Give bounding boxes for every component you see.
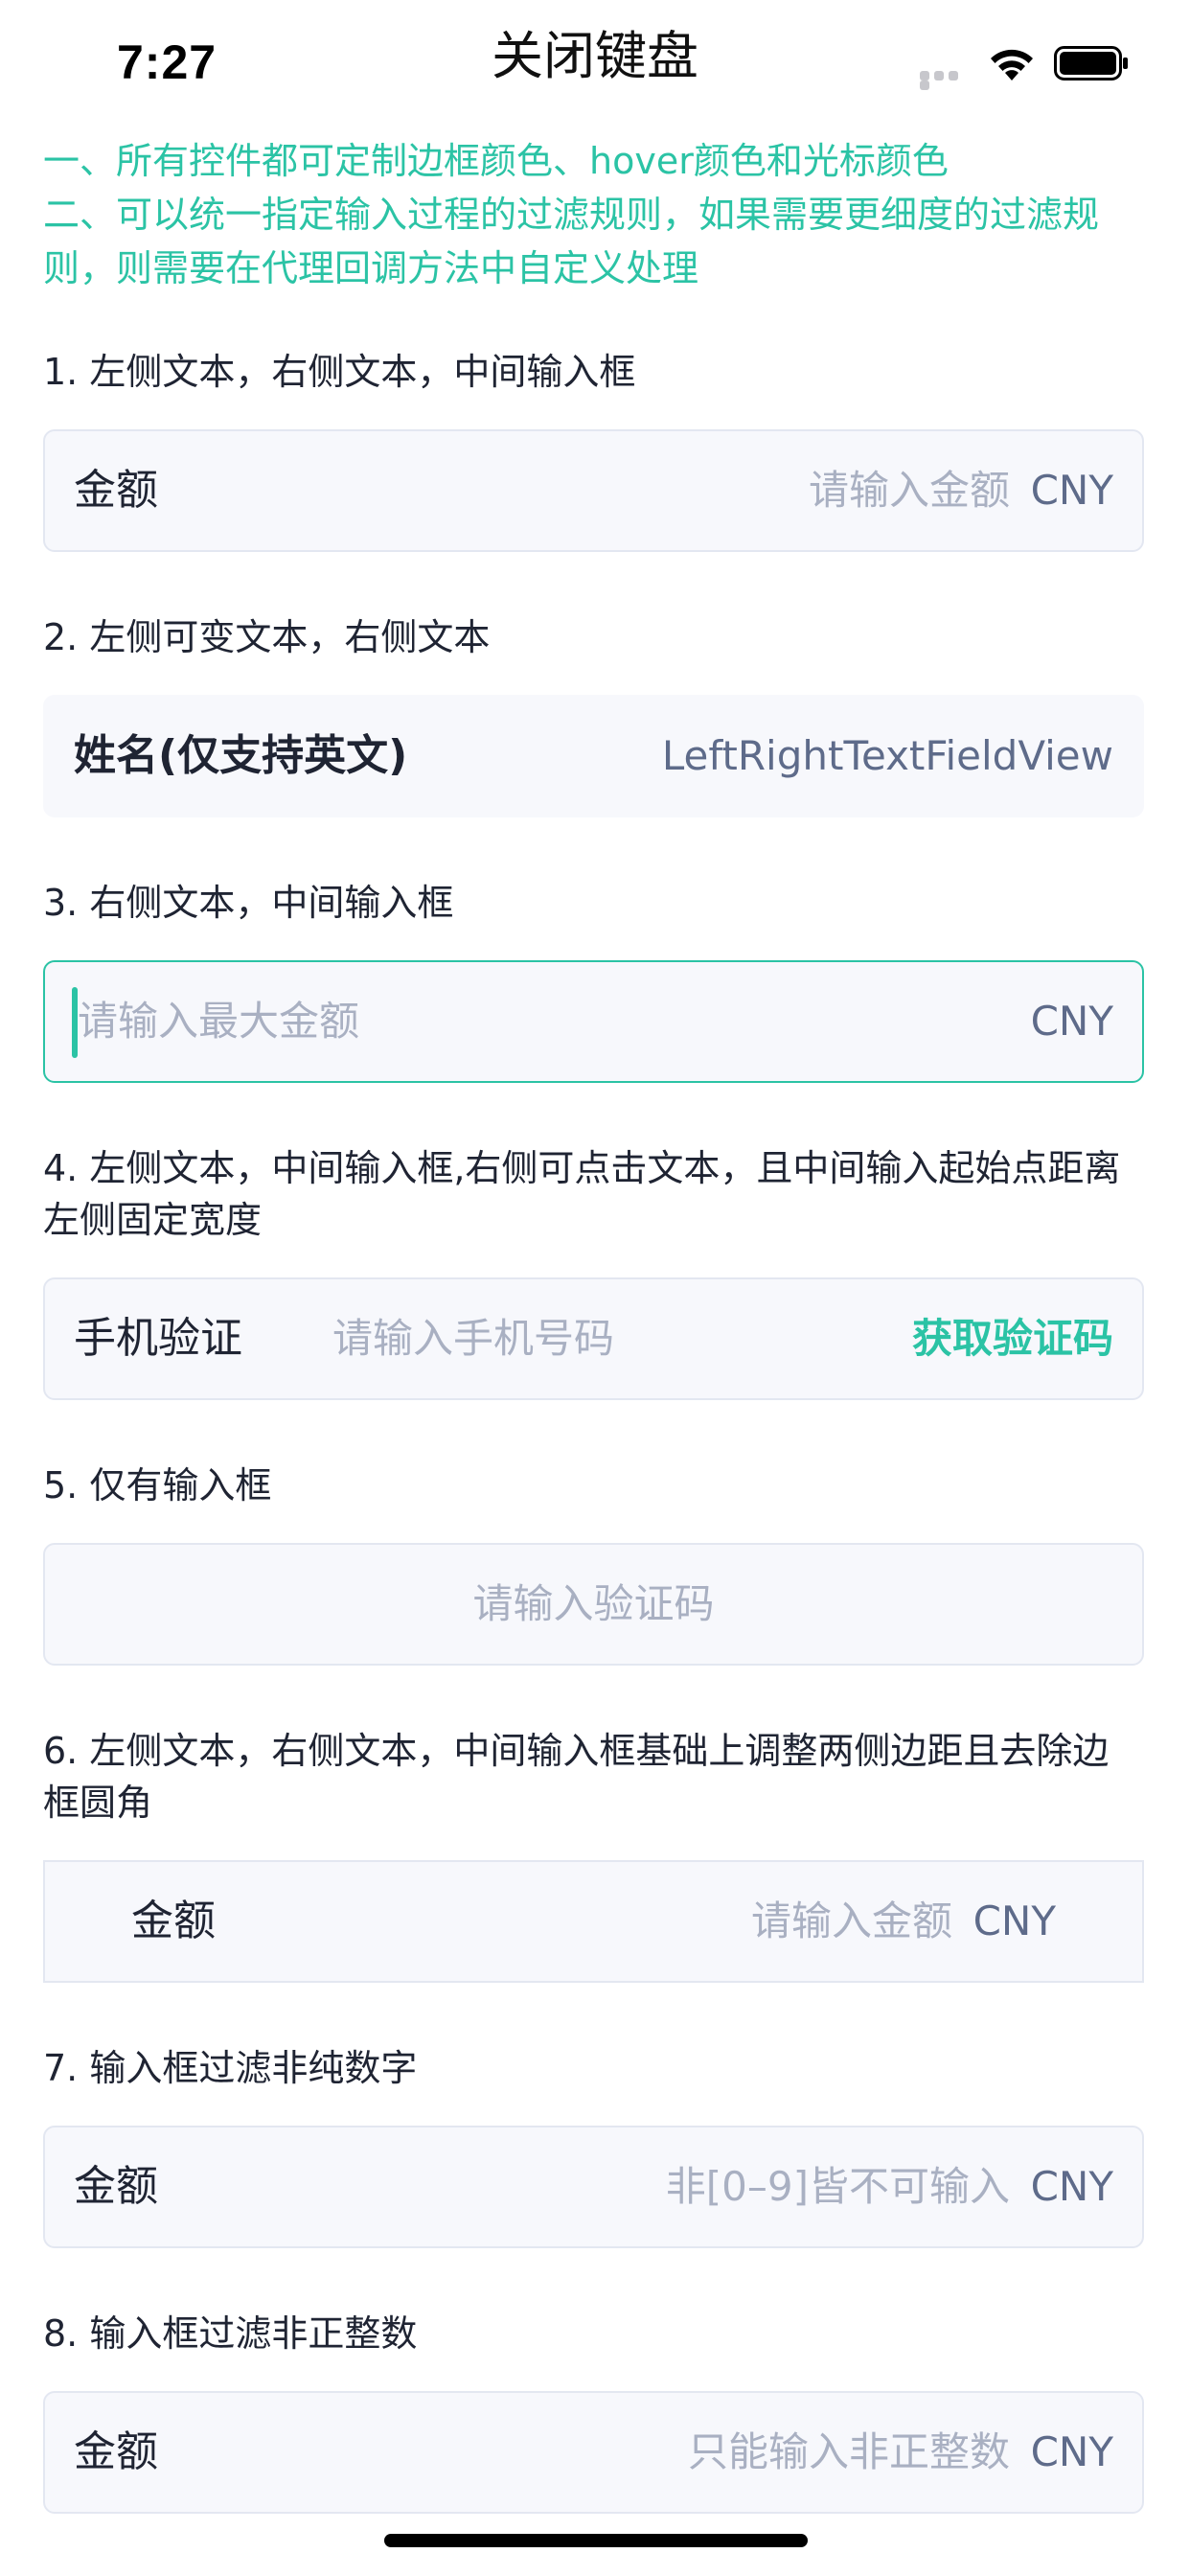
section-3-label: 3. 右侧文本，中间输入框 [43,882,454,924]
currency-unit: CNY [1030,998,1113,1045]
verification-code-field[interactable] [43,1543,1144,1666]
intro-line-1: 一、所有控件都可定制边框颜色、hover颜色和光标颜色 [43,140,949,182]
phone-number-input[interactable] [332,1279,831,1398]
name-right-text: LeftRightTextFieldView [661,732,1113,779]
section-1-label: 1. 左侧文本，右侧文本，中间输入框 [43,351,636,393]
amount-label: 金额 [131,1897,216,1945]
section-6-label: 6. 左侧文本，右侧文本，中间输入框基础上调整两侧边距且去除边 框圆角 [43,1725,1155,1828]
currency-unit: CNY [1030,2163,1113,2210]
currency-unit: CNY [973,1898,1056,1944]
digits-only-field[interactable]: 金额 CNY [43,2126,1144,2248]
section-2-label: 2. 左侧可变文本，右侧文本 [43,616,491,658]
section-6-label-line-1: 6. 左侧文本，右侧文本，中间输入框基础上调整两侧边距且去除边 [43,1730,1110,1772]
name-label: 姓名(仅支持英文) [74,731,408,780]
intro-line-2: 二、可以统一指定输入过程的过滤规则，如果需要更细度的过滤规 [43,194,1100,236]
integer-only-input[interactable] [531,2393,1010,2512]
section-4-label: 4. 左侧文本，中间输入框,右侧可点击文本，且中间输入起始点距离 左侧固定宽度 [43,1142,1155,1246]
get-verification-code-button[interactable]: 获取验证码 [912,1279,1113,1398]
amount-label: 金额 [74,2162,158,2211]
amount-input[interactable] [569,1862,952,1981]
integer-only-field[interactable]: 金额 CNY [43,2391,1144,2514]
cellular-signal-icon [920,71,975,90]
intro-line-3: 则，则需要在代理回调方法中自定义处理 [43,247,699,289]
phone-verify-label: 手机验证 [74,1314,242,1363]
max-amount-field[interactable]: CNY [43,960,1144,1083]
currency-unit: CNY [1030,2428,1113,2475]
amount-field[interactable]: 金额 CNY [43,429,1144,552]
verification-code-input[interactable] [45,1545,1142,1664]
currency-unit: CNY [1030,467,1113,514]
phone-verify-field[interactable]: 手机验证 获取验证码 [43,1277,1144,1400]
section-8-label: 8. 输入框过滤非正整数 [43,2312,418,2355]
digits-only-input[interactable] [531,2128,1010,2246]
name-field[interactable]: 姓名(仅支持英文) LeftRightTextFieldView [43,695,1144,817]
amount-label: 金额 [74,466,158,515]
home-indicator[interactable] [384,2534,808,2547]
wifi-icon [991,49,1033,80]
amount-input[interactable] [627,431,1010,550]
section-4-label-line-1: 4. 左侧文本，中间输入框,右侧可点击文本，且中间输入起始点距离 [43,1147,1121,1189]
status-bar: 7:27 关闭键盘 [0,0,1190,126]
amount-label: 金额 [74,2427,158,2476]
intro-notes: 一、所有控件都可定制边框颜色、hover颜色和光标颜色 二、可以统一指定输入过程… [43,134,1145,295]
amount-field-padded[interactable]: 金额 CNY [43,1860,1144,1983]
section-7-label: 7. 输入框过滤非纯数字 [43,2047,418,2089]
section-5-label: 5. 仅有输入框 [43,1464,272,1506]
section-4-label-line-2: 左侧固定宽度 [43,1199,263,1241]
max-amount-input[interactable] [78,962,748,1081]
battery-icon [1054,46,1128,80]
section-6-label-line-2: 框圆角 [43,1782,153,1824]
